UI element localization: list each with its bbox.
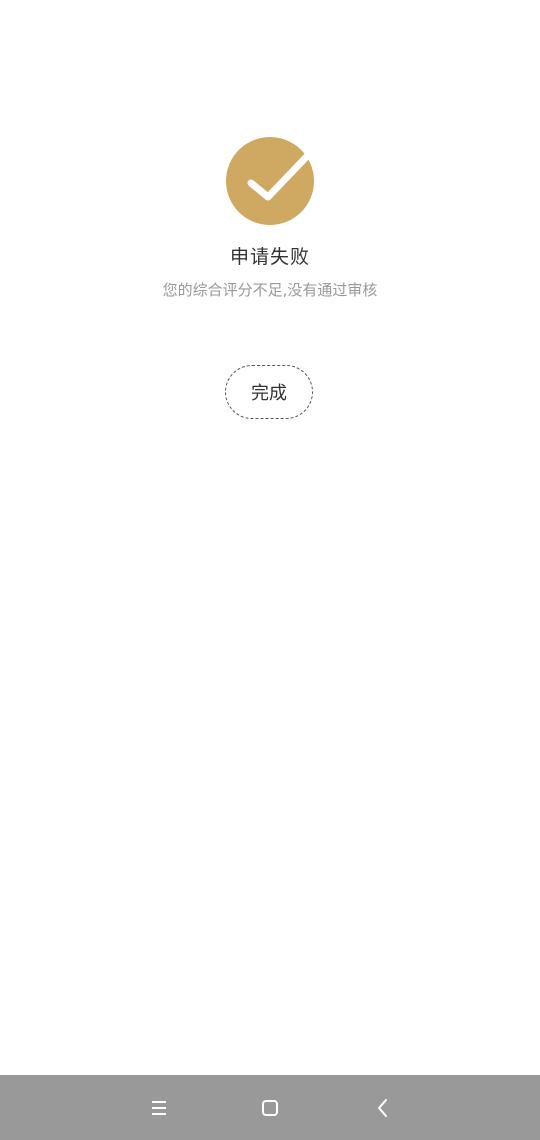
home-icon bbox=[262, 1100, 278, 1116]
result-message: 您的综合评分不足,没有通过审核 bbox=[162, 281, 378, 299]
result-page: 申请失败 您的综合评分不足,没有通过审核 完成 bbox=[0, 0, 540, 1075]
done-button[interactable]: 完成 bbox=[225, 365, 313, 419]
menu-button[interactable] bbox=[144, 1093, 174, 1123]
back-button[interactable] bbox=[368, 1093, 398, 1123]
system-navigation-bar bbox=[0, 1075, 540, 1140]
home-button[interactable] bbox=[255, 1093, 285, 1123]
check-circle-icon bbox=[226, 137, 316, 225]
result-title: 申请失败 bbox=[229, 246, 310, 268]
menu-icon bbox=[152, 1101, 166, 1115]
back-icon bbox=[378, 1099, 387, 1117]
